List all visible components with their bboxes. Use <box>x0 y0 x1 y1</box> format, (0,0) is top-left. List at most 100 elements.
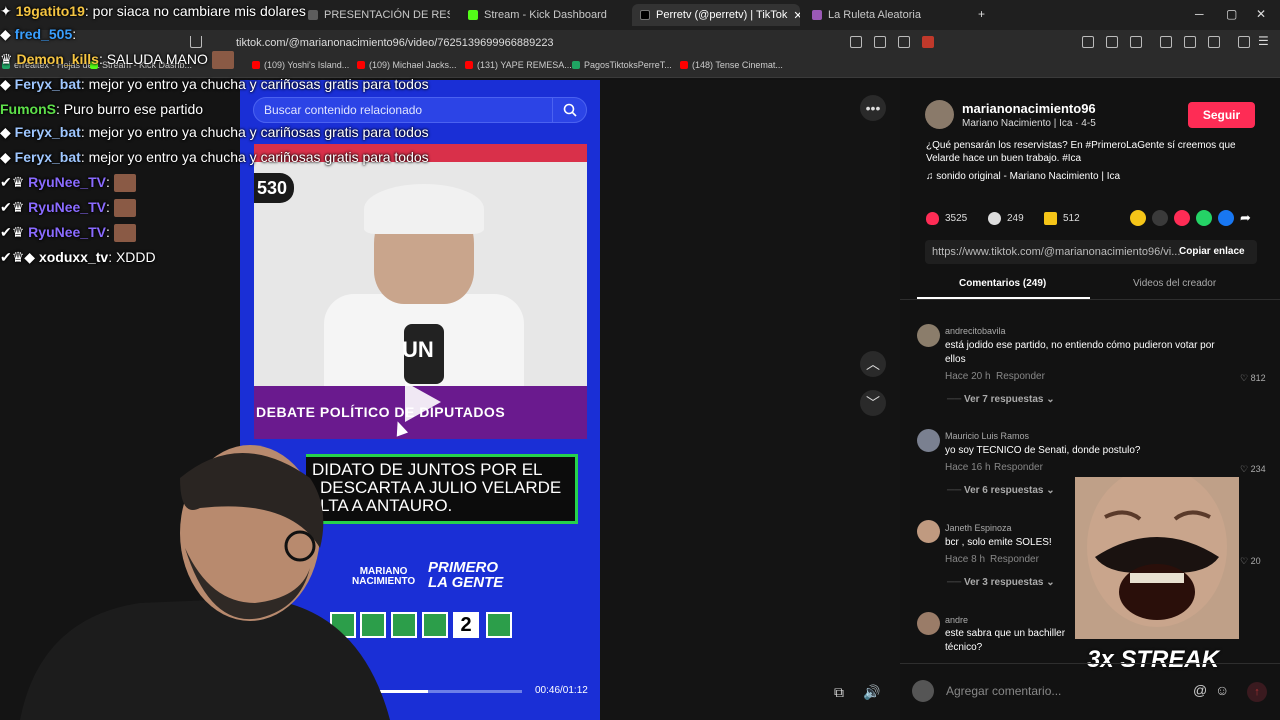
wallet-icon[interactable] <box>1208 36 1220 48</box>
chat-message: ✔♛ RyuNee_TV: <box>0 224 136 243</box>
reply-button[interactable]: Responder <box>994 462 1043 473</box>
party-name: PRIMERO LA GENTE <box>428 559 504 591</box>
badge-icon: ✔♛ <box>0 199 29 215</box>
like-button[interactable]: 3525 <box>926 212 967 225</box>
volume-icon[interactable]: 🔊 <box>861 681 883 703</box>
dash-icon: ── <box>947 485 964 496</box>
view-replies-button[interactable]: ── Ver 6 respuestas ⌄ <box>947 485 1055 496</box>
extensions-icon[interactable] <box>1082 36 1094 48</box>
bookmark-icon[interactable] <box>190 36 202 48</box>
comment-likes[interactable]: ♡ 20 <box>1240 556 1261 567</box>
chat-message: ✦ 19gatito19: por siaca no cambiare mis … <box>0 3 306 20</box>
reader-icon[interactable] <box>1184 36 1196 48</box>
creator-username[interactable]: marianonacimiento96 <box>962 101 1096 116</box>
heart-icon <box>926 212 939 225</box>
tab-presentacion[interactable]: PRESENTACIÓN DE RESULTA <box>300 4 450 26</box>
tab-tiktok[interactable]: Perretv (@perretv) | TikTok ✕ <box>632 4 800 26</box>
emote-icon <box>113 199 136 218</box>
view-replies-button[interactable]: ── Ver 7 respuestas ⌄ <box>947 394 1055 405</box>
facebook-icon[interactable] <box>1218 210 1234 226</box>
chat-username: Demon_kills <box>16 51 99 67</box>
tab-ruleta[interactable]: La Ruleta Aleatoria <box>804 4 964 26</box>
badge-icon: ◆ <box>0 149 15 165</box>
next-video-icon[interactable]: ﹀ <box>860 390 886 416</box>
bookmark-item[interactable]: (131) YAPE REMESA... <box>465 60 572 70</box>
share-page-icon[interactable] <box>898 36 910 48</box>
chat-separator: : <box>105 174 114 190</box>
sidebar-icon[interactable] <box>1130 36 1142 48</box>
pip-icon[interactable]: ⧉ <box>828 681 850 703</box>
copy-link-button[interactable]: Copiar enlace <box>1179 246 1245 257</box>
more-options-icon[interactable]: ••• <box>860 95 886 121</box>
creator-avatar[interactable] <box>925 100 954 129</box>
comment-username[interactable]: andrecitobavila <box>945 326 1006 336</box>
comment-username[interactable]: Mauricio Luis Ramos <box>945 431 1029 441</box>
chat-username: RyuNee_TV <box>28 174 106 190</box>
url-field[interactable]: tiktok.com/@marianonacimiento96/video/76… <box>226 34 826 52</box>
tab-kick[interactable]: Stream - Kick Dashboard <box>460 4 630 26</box>
previous-video-icon[interactable]: ︿ <box>860 351 886 377</box>
bookmark-item[interactable]: (109) Michael Jacks... <box>357 60 457 70</box>
tab-label: La Ruleta Aleatoria <box>828 9 921 21</box>
extension-icon[interactable] <box>850 36 862 48</box>
maximize-icon[interactable]: ▢ <box>1226 7 1237 21</box>
comment-avatar[interactable] <box>917 520 940 543</box>
youtube-icon <box>357 61 365 69</box>
embed-icon[interactable] <box>1152 210 1168 226</box>
share-arrow-icon[interactable]: ➦ <box>1240 210 1256 226</box>
play-icon[interactable] <box>405 382 441 422</box>
chat-separator: : <box>84 3 93 19</box>
reply-button[interactable]: Responder <box>990 554 1039 565</box>
badge-icon: ✔♛ <box>0 224 29 240</box>
coin-icon[interactable] <box>1130 210 1146 226</box>
bookmark-item[interactable]: (148) Tense Cinemat... <box>680 60 783 70</box>
tab-favicon-icon <box>308 10 318 20</box>
tab-comments[interactable]: Comentarios (249) <box>959 278 1046 289</box>
chat-username: Feryx_bat <box>14 149 81 165</box>
comment-likes[interactable]: ♡ 234 <box>1240 464 1266 475</box>
tab-creator-videos[interactable]: Videos del creador <box>1133 278 1216 289</box>
comment-like-count: 812 <box>1250 373 1266 383</box>
minimize-icon[interactable]: ─ <box>1195 7 1204 21</box>
meme-overlay <box>1075 477 1239 639</box>
reply-button[interactable]: Responder <box>996 371 1045 382</box>
video-time: 00:46/01:12 <box>535 685 588 696</box>
sound-row[interactable]: ♫ sonido original - Mariano Nacimiento |… <box>926 171 1120 182</box>
new-tab-icon[interactable]: + <box>978 7 985 21</box>
whatsapp-icon[interactable] <box>1196 210 1212 226</box>
bookmark-label: (148) Tense Cinemat... <box>692 60 783 70</box>
bookmark-item[interactable]: PagosTiktoksPerreT... <box>572 60 672 70</box>
comment-avatar[interactable] <box>917 429 940 452</box>
comment-likes[interactable]: ♡ 812 <box>1240 373 1266 384</box>
chat-text: XDDD <box>115 249 156 265</box>
send-icon[interactable] <box>1174 210 1190 226</box>
cast-icon[interactable] <box>874 36 886 48</box>
menu-icon[interactable]: ☰ <box>1258 34 1269 48</box>
chat-username: xoduxx_tv <box>38 249 109 265</box>
brave-shield-icon[interactable] <box>922 36 934 48</box>
comment-avatar[interactable] <box>917 324 940 347</box>
comment-username[interactable]: andre <box>945 615 968 625</box>
emoji-icon[interactable]: ☺ <box>1215 682 1229 698</box>
comment-username[interactable]: Janeth Espinoza <box>945 523 1012 533</box>
puzzle-icon[interactable] <box>1106 36 1118 48</box>
send-comment-icon[interactable]: ↑ <box>1247 682 1267 702</box>
chat-username: Feryx_bat <box>14 124 81 140</box>
mention-icon[interactable]: @ <box>1193 682 1207 698</box>
replies-label: Ver 6 respuestas <box>963 485 1044 496</box>
close-window-icon[interactable]: ✕ <box>1256 7 1266 21</box>
bookmark-item[interactable]: (109) Yoshi's Island... <box>252 60 349 70</box>
vpn-icon[interactable] <box>1238 36 1250 48</box>
close-tab-icon[interactable]: ✕ <box>793 9 800 22</box>
search-icon[interactable] <box>552 98 586 122</box>
comment-avatar[interactable] <box>917 612 940 635</box>
comment-button[interactable]: 249 <box>988 212 1024 225</box>
chat-separator: : <box>105 224 114 240</box>
follow-button[interactable]: Seguir <box>1188 102 1255 128</box>
media-icon[interactable] <box>1160 36 1172 48</box>
chat-username: Feryx_bat <box>14 76 81 92</box>
view-replies-button[interactable]: ── Ver 3 respuestas ⌄ <box>947 577 1055 588</box>
tab-label: Perretv (@perretv) | TikTok <box>656 9 788 21</box>
related-search-input[interactable]: Buscar contenido relacionado <box>253 97 587 123</box>
save-button[interactable]: 512 <box>1044 212 1080 225</box>
